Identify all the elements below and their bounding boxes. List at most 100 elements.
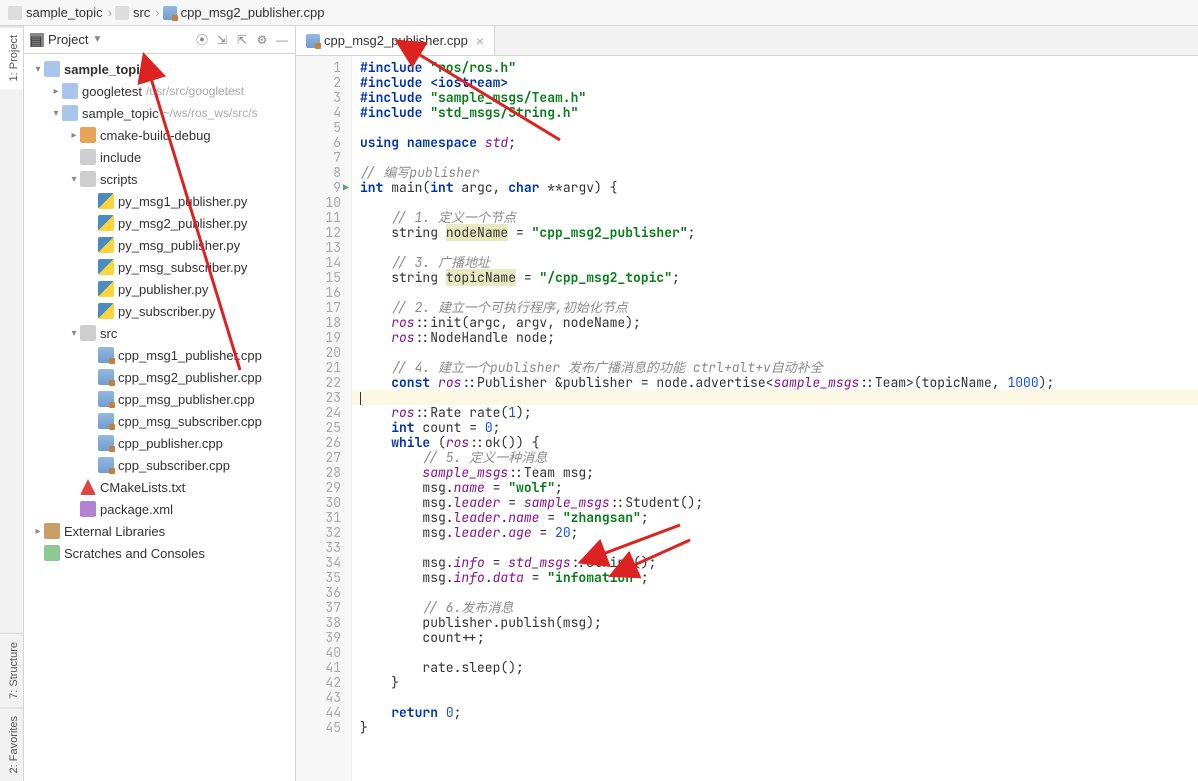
close-icon[interactable]: ×	[476, 33, 484, 49]
tool-tab-structure[interactable]: 7: Structure	[0, 633, 23, 707]
tree-node[interactable]: ▾ scripts	[24, 168, 295, 190]
tree-label: CMakeLists.txt	[100, 480, 185, 495]
cpp-icon	[98, 413, 114, 429]
tree-label: package.xml	[100, 502, 173, 517]
project-panel: ▤ Project ▼ ⦿ ⇲ ⇱ ⚙ — ▾sample_topic▸goog…	[24, 26, 296, 781]
expand-all-icon[interactable]: ⇲	[215, 33, 229, 47]
project-tree[interactable]: ▾sample_topic▸googletest/usr/src/googlet…	[24, 54, 295, 781]
cpp-icon	[98, 435, 114, 451]
module-icon	[44, 61, 60, 77]
tree-node[interactable]: cpp_msg1_publisher.cpp	[24, 344, 295, 366]
breadcrumb-item[interactable]: src	[115, 5, 150, 20]
panel-title: Project	[48, 32, 88, 47]
editor-area: cpp_msg2_publisher.cpp × ▶12345678910111…	[296, 26, 1198, 781]
gear-icon[interactable]: ⚙	[255, 33, 269, 47]
left-tool-window-tabs: 1: Project 7: Structure 2: Favorites	[0, 26, 24, 781]
tab-label: cpp_msg2_publisher.cpp	[324, 33, 468, 48]
editor-tab-bar: cpp_msg2_publisher.cpp ×	[296, 26, 1198, 56]
tree-arrow-icon[interactable]: ▾	[32, 64, 44, 75]
folder-icon	[80, 149, 96, 165]
tree-node[interactable]: Scratches and Consoles	[24, 542, 295, 564]
tree-hint: /usr/src/googletest	[146, 84, 244, 98]
breadcrumb: sample_topic › src › cpp_msg2_publisher.…	[0, 0, 1198, 26]
tree-node[interactable]: CMakeLists.txt	[24, 476, 295, 498]
py-icon	[98, 281, 114, 297]
run-gutter-icon[interactable]: ▶	[343, 180, 349, 195]
tree-arrow-icon[interactable]: ▸	[32, 526, 44, 537]
folder-icon	[115, 6, 129, 20]
tree-node[interactable]: ▾ sample_topic	[24, 58, 295, 80]
folder-icon	[80, 171, 96, 187]
chevron-right-icon: ›	[108, 5, 112, 20]
tree-label: include	[100, 150, 141, 165]
tree-label: sample_topic	[64, 62, 147, 77]
tree-node[interactable]: py_msg_subscriber.py	[24, 256, 295, 278]
tool-tab-project[interactable]: 1: Project	[0, 26, 23, 89]
tree-node[interactable]: ▾ src	[24, 322, 295, 344]
tree-node[interactable]: cpp_msg_subscriber.cpp	[24, 410, 295, 432]
code-editor[interactable]: ▶123456789101112131415161718192021222324…	[296, 56, 1198, 781]
line-gutter: ▶123456789101112131415161718192021222324…	[296, 56, 352, 781]
tree-arrow-icon[interactable]: ▾	[68, 174, 80, 185]
module-icon	[62, 105, 78, 121]
folder-orange-icon	[80, 127, 96, 143]
folder-icon	[80, 325, 96, 341]
cpp-icon	[98, 347, 114, 363]
tree-label: py_msg_publisher.py	[118, 238, 240, 253]
tree-label: cpp_msg2_publisher.cpp	[118, 370, 262, 385]
tree-label: googletest	[82, 84, 142, 99]
dropdown-arrow-icon[interactable]: ▼	[92, 34, 102, 45]
tree-label: External Libraries	[64, 524, 165, 539]
tree-arrow-icon[interactable]: ▸	[50, 86, 62, 97]
tree-label: sample_topic	[82, 106, 159, 121]
tool-tab-favorites[interactable]: 2: Favorites	[0, 707, 23, 781]
cpp-icon	[98, 457, 114, 473]
py-icon	[98, 215, 114, 231]
project-view-icon: ▤	[30, 33, 44, 47]
tree-arrow-icon[interactable]: ▾	[50, 108, 62, 119]
tree-node[interactable]: py_publisher.py	[24, 278, 295, 300]
tree-label: Scratches and Consoles	[64, 546, 205, 561]
lib-icon	[44, 523, 60, 539]
tree-node[interactable]: py_msg_publisher.py	[24, 234, 295, 256]
folder-icon	[8, 6, 22, 20]
locate-icon[interactable]: ⦿	[195, 33, 209, 47]
tree-node[interactable]: package.xml	[24, 498, 295, 520]
breadcrumb-item[interactable]: sample_topic	[8, 5, 103, 20]
tree-arrow-icon[interactable]: ▾	[68, 328, 80, 339]
tree-node[interactable]: py_subscriber.py	[24, 300, 295, 322]
py-icon	[98, 193, 114, 209]
cpp-file-icon	[306, 34, 320, 48]
tree-label: py_msg_subscriber.py	[118, 260, 247, 275]
tree-label: cpp_msg_publisher.cpp	[118, 392, 255, 407]
hide-icon[interactable]: —	[275, 33, 289, 47]
tree-node[interactable]: cpp_subscriber.cpp	[24, 454, 295, 476]
breadcrumb-item[interactable]: cpp_msg2_publisher.cpp	[163, 5, 325, 20]
tree-node[interactable]: py_msg2_publisher.py	[24, 212, 295, 234]
tree-label: cmake-build-debug	[100, 128, 211, 143]
tree-node[interactable]: cpp_msg2_publisher.cpp	[24, 366, 295, 388]
tree-label: scripts	[100, 172, 138, 187]
tree-arrow-icon[interactable]: ▸	[68, 130, 80, 141]
tree-label: py_msg2_publisher.py	[118, 216, 247, 231]
tree-node[interactable]: py_msg1_publisher.py	[24, 190, 295, 212]
project-panel-header: ▤ Project ▼ ⦿ ⇲ ⇱ ⚙ —	[24, 26, 295, 54]
tree-node[interactable]: ▸ googletest/usr/src/googletest	[24, 80, 295, 102]
tree-node[interactable]: cpp_msg_publisher.cpp	[24, 388, 295, 410]
tree-label: cpp_subscriber.cpp	[118, 458, 230, 473]
tree-node[interactable]: ▸ External Libraries	[24, 520, 295, 542]
tree-node[interactable]: ▸ cmake-build-debug	[24, 124, 295, 146]
code-content[interactable]: #include "ros/ros.h"#include <iostream>#…	[352, 56, 1198, 781]
xml-icon	[80, 501, 96, 517]
tree-label: py_msg1_publisher.py	[118, 194, 247, 209]
collapse-all-icon[interactable]: ⇱	[235, 33, 249, 47]
cpp-icon	[98, 391, 114, 407]
editor-tab[interactable]: cpp_msg2_publisher.cpp ×	[296, 26, 495, 55]
tree-label: cpp_msg_subscriber.cpp	[118, 414, 262, 429]
tree-node[interactable]: cpp_publisher.cpp	[24, 432, 295, 454]
tree-node[interactable]: include	[24, 146, 295, 168]
tree-hint: ~/ws/ros_ws/src/s	[163, 106, 258, 120]
cpp-icon	[98, 369, 114, 385]
tree-node[interactable]: ▾ sample_topic ~/ws/ros_ws/src/s	[24, 102, 295, 124]
tree-label: src	[100, 326, 117, 341]
